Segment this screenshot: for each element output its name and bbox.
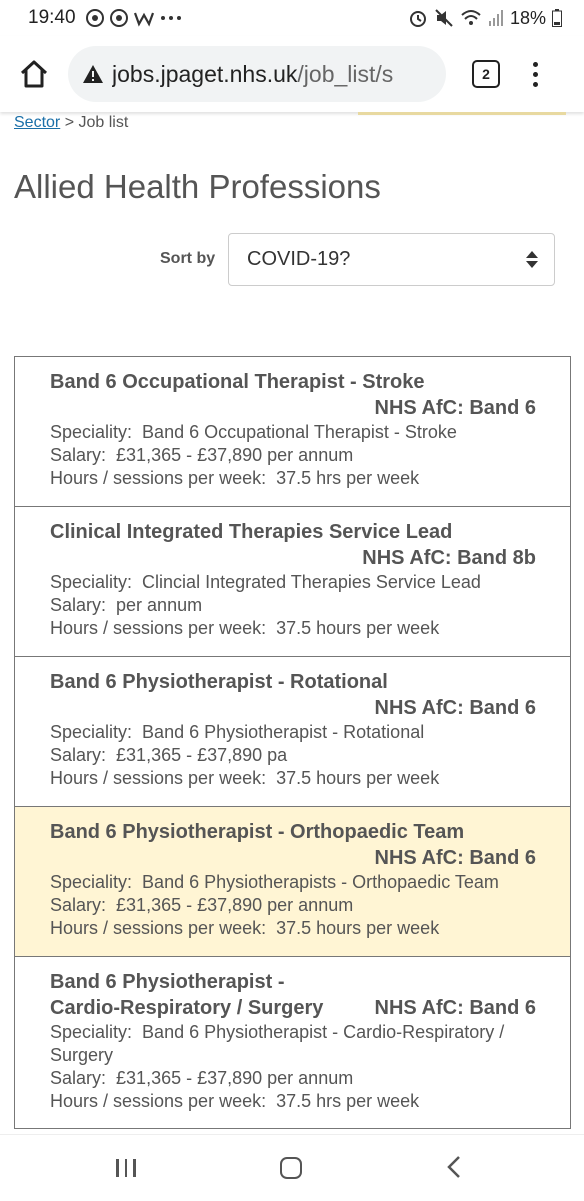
job-salary: Salary: £31,365 - £37,890 per annum [50,1068,354,1088]
job-item[interactable]: Band 6 Physiotherapist - Cardio-Respirat… [15,957,570,1129]
job-band: NHS AfC: Band 8b [362,547,536,569]
job-title[interactable]: Band 6 Physiotherapist - Orthopaedic Tea… [50,819,536,845]
breadcrumb-current: Job list [78,114,129,131]
job-hours: Hours / sessions per week: 37.5 hours per… [50,618,440,638]
sort-label: Sort by [160,250,216,267]
chrome-icon [109,9,128,27]
job-hours: Hours / sessions per week: 37.5 hours per… [50,918,440,938]
job-salary: Salary: £31,365 - £37,890 per annum [50,895,354,915]
url-text: jobs.jpaget.nhs.uk/job_list/s [112,61,393,88]
w-app-icon [133,12,154,27]
job-item-highlighted[interactable]: Band 6 Physiotherapist - Orthopaedic Tea… [15,807,570,957]
job-band: NHS AfC: Band 6 [374,697,536,719]
job-hours: Hours / sessions per week: 37.5 hrs per w… [50,1091,420,1111]
breadcrumb: Sector > Job list [14,114,128,132]
system-icons: 18% [408,8,562,29]
browser-home-button[interactable] [14,54,54,94]
wifi-icon [461,10,481,25]
menu-dot [532,81,538,87]
browser-toolbar: jobs.jpaget.nhs.uk/job_list/s 2 [0,36,584,112]
job-hours: Hours / sessions per week: 37.5 hrs per w… [50,468,420,488]
menu-dot [532,71,538,77]
job-list: Band 6 Occupational Therapist - Stroke N… [14,356,571,1129]
job-title[interactable]: Band 6 Physiotherapist - Cardio-Respirat… [50,969,350,1021]
header-accent-strip [358,112,566,115]
more-dots-icon [160,16,181,20]
job-speciality: Speciality: Band 6 Physiotherapist - Rota… [50,722,425,742]
job-title[interactable]: Band 6 Physiotherapist - Rotational [50,669,536,695]
sort-select[interactable]: COVID-19? [228,233,555,286]
sort-selected-value: COVID-19? [247,248,351,270]
browser-menu-button[interactable] [530,61,540,87]
page-title: Allied Health Professions [14,168,381,205]
chrome-icon [85,9,104,27]
breadcrumb-sector-link[interactable]: Sector [14,114,60,131]
battery-icon [552,9,562,27]
job-hours: Hours / sessions per week: 37.5 hours per… [50,768,440,788]
battery-percent: 18% [509,7,546,28]
tab-switcher-button[interactable]: 2 [472,60,500,88]
job-band: NHS AfC: Band 6 [374,847,536,869]
job-salary: Salary: £31,365 - £37,890 per annum [50,445,354,465]
job-speciality: Speciality: Clincial Integrated Therapies… [50,572,481,592]
url-host: jobs.jpaget.nhs.uk [112,60,298,87]
job-title[interactable]: Band 6 Occupational Therapist - Stroke [50,369,536,395]
job-speciality: Speciality: Band 6 Physiotherapists - Ort… [50,872,499,892]
job-item[interactable]: Clinical Integrated Therapies Service Le… [15,507,570,657]
recent-apps-icon[interactable] [116,1159,136,1177]
job-speciality: Speciality: Band 6 Occupational Therapist… [50,422,457,442]
url-path: /job_list/s [297,60,394,87]
signal-icon [488,10,503,26]
home-nav-icon[interactable] [280,1157,302,1179]
job-salary: Salary: per annum [50,595,203,615]
back-icon[interactable] [446,1155,462,1179]
job-title[interactable]: Clinical Integrated Therapies Service Le… [50,519,536,545]
mute-icon [435,9,453,27]
system-nav-bar [0,1134,584,1201]
job-speciality: Speciality: Band 6 Physiotherapist - Card… [50,1022,505,1065]
home-icon [20,60,48,88]
address-bar[interactable]: jobs.jpaget.nhs.uk/job_list/s [68,46,446,102]
job-band: NHS AfC: Band 6 [374,997,536,1019]
warning-icon[interactable] [82,64,104,84]
status-time: 19:40 [28,7,76,28]
breadcrumb-separator: > [60,114,79,131]
job-salary: Salary: £31,365 - £37,890 pa [50,745,288,765]
status-bar: 19:40 18% [0,0,584,36]
alarm-icon [409,11,426,27]
job-item[interactable]: Band 6 Occupational Therapist - Stroke N… [15,357,570,507]
menu-dot [532,61,538,67]
notification-icons [85,9,182,27]
job-item[interactable]: Band 6 Physiotherapist - Rotational NHS … [15,657,570,807]
job-band: NHS AfC: Band 6 [374,397,536,419]
select-arrows-icon [526,251,538,268]
